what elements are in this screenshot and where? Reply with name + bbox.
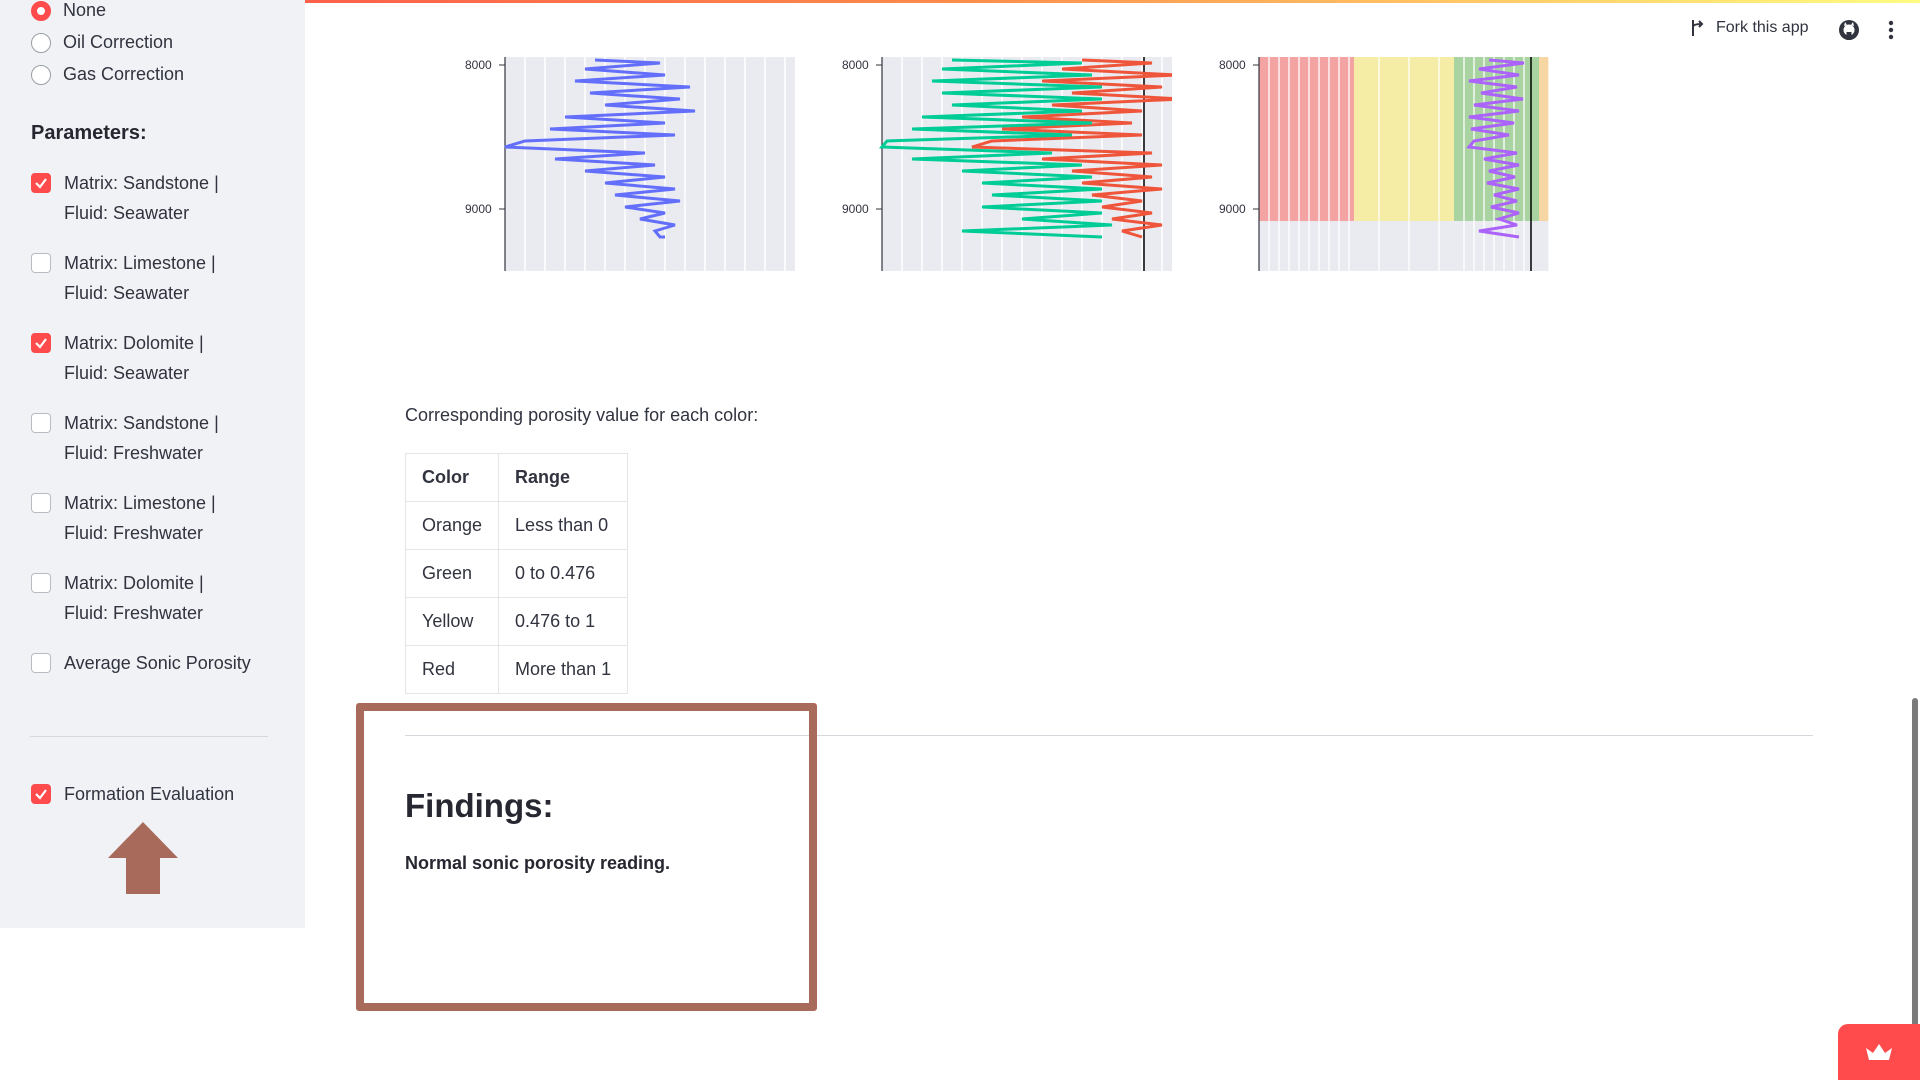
radio-label: Gas Correction xyxy=(63,64,185,84)
radio-button[interactable] xyxy=(31,64,51,85)
porosity-log-chart-1[interactable]: 8000 9000 xyxy=(465,55,795,275)
radio-gas-correction[interactable]: Gas Correction xyxy=(31,64,184,85)
table-cell: Orange xyxy=(404,501,500,550)
checkbox-label: Matrix: Limestone | Fluid: Seawater xyxy=(64,253,216,303)
radio-button[interactable] xyxy=(31,32,51,53)
main-menu-icon[interactable] xyxy=(1888,20,1894,40)
radio-button[interactable] xyxy=(31,0,51,21)
column-header-range: Range xyxy=(498,453,629,502)
y-tick-8000: 8000 xyxy=(465,58,492,72)
checkbox-label: Matrix: Dolomite | Fluid: Freshwater xyxy=(64,573,204,623)
checkbox-label: Matrix: Sandstone | Fluid: Freshwater xyxy=(64,413,219,463)
column-header-color: Color xyxy=(404,453,500,502)
y-tick-8000: 8000 xyxy=(1219,58,1246,72)
checkbox-dolomite-freshwater[interactable]: Matrix: Dolomite | Fluid: Freshwater xyxy=(31,568,261,628)
table-cell: 0 to 0.476 xyxy=(498,549,629,598)
fork-icon xyxy=(1692,20,1704,36)
checkbox-formation-evaluation[interactable]: Formation Evaluation xyxy=(31,779,261,809)
checkbox-label: Matrix: Limestone | Fluid: Freshwater xyxy=(64,493,216,543)
table-row: Orange Less than 0 xyxy=(404,501,629,550)
checkbox[interactable] xyxy=(31,333,51,353)
radio-none[interactable]: None xyxy=(31,0,106,21)
sidebar-divider xyxy=(30,736,268,737)
scrollbar-thumb[interactable] xyxy=(1912,698,1918,1028)
checkbox-label: Matrix: Dolomite | Fluid: Seawater xyxy=(64,333,204,383)
github-icon[interactable] xyxy=(1838,19,1860,41)
arrow-up-icon xyxy=(108,822,178,894)
table-cell: More than 1 xyxy=(498,645,629,694)
y-tick-9000: 9000 xyxy=(465,202,492,216)
checkbox-sandstone-freshwater[interactable]: Matrix: Sandstone | Fluid: Freshwater xyxy=(31,408,261,468)
parameters-title: Parameters: xyxy=(31,122,147,144)
porosity-log-chart-2[interactable]: 8000 9000 xyxy=(842,55,1172,275)
table-cell: Red xyxy=(404,645,500,694)
table-cell: 0.476 to 1 xyxy=(498,597,629,646)
table-row: Red More than 1 xyxy=(404,645,629,694)
table-row: Yellow 0.476 to 1 xyxy=(404,597,629,646)
checkbox-sandstone-seawater[interactable]: Matrix: Sandstone | Fluid: Seawater xyxy=(31,168,261,228)
porosity-color-band-chart[interactable]: 8000 9000 xyxy=(1219,55,1549,275)
checkbox[interactable] xyxy=(31,413,51,433)
crown-icon xyxy=(1866,1044,1892,1060)
table-row: Green 0 to 0.476 xyxy=(404,549,629,598)
checkbox[interactable] xyxy=(31,493,51,513)
table-header-row: Color Range xyxy=(404,453,629,502)
streamlit-badge-button[interactable] xyxy=(1838,1024,1920,1080)
checkbox[interactable] xyxy=(31,173,51,193)
y-tick-8000: 8000 xyxy=(842,58,869,72)
fork-label: Fork this app xyxy=(1716,19,1809,36)
y-tick-9000: 9000 xyxy=(842,202,869,216)
radio-oil-correction[interactable]: Oil Correction xyxy=(31,32,173,53)
checkbox-average-sonic-porosity[interactable]: Average Sonic Porosity xyxy=(31,648,261,678)
checkbox-limestone-freshwater[interactable]: Matrix: Limestone | Fluid: Freshwater xyxy=(31,488,261,548)
sidebar: None Oil Correction Gas Correction Param… xyxy=(0,0,305,928)
fork-app-button[interactable]: Fork this app xyxy=(1690,18,1808,38)
table-cell: Green xyxy=(404,549,500,598)
checkbox[interactable] xyxy=(31,653,51,673)
checkbox[interactable] xyxy=(31,784,51,804)
porosity-color-table: Color Range Orange Less than 0 Green 0 t… xyxy=(404,453,629,694)
radio-label: None xyxy=(63,0,107,20)
y-tick-9000: 9000 xyxy=(1219,202,1246,216)
checkbox-dolomite-seawater[interactable]: Matrix: Dolomite | Fluid: Seawater xyxy=(31,328,261,388)
table-cell: Yellow xyxy=(404,597,500,646)
checkbox-limestone-seawater[interactable]: Matrix: Limestone | Fluid: Seawater xyxy=(31,248,261,308)
checkbox-label: Matrix: Sandstone | Fluid: Seawater xyxy=(64,173,219,223)
radio-label: Oil Correction xyxy=(63,32,174,52)
table-cell: Less than 0 xyxy=(498,501,629,550)
findings-highlight-box xyxy=(356,703,817,1011)
checkbox[interactable] xyxy=(31,573,51,593)
checkbox-label: Formation Evaluation xyxy=(64,784,235,804)
checkbox[interactable] xyxy=(31,253,51,273)
checkbox-label: Average Sonic Porosity xyxy=(64,653,251,673)
porosity-caption: Corresponding porosity value for each co… xyxy=(405,405,759,425)
